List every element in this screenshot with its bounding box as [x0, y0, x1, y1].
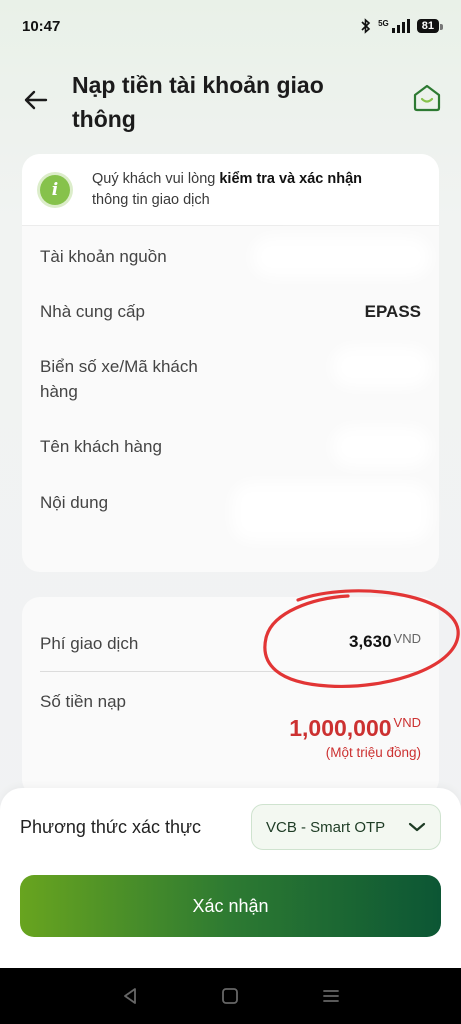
notice-text: Quý khách vui lòng kiểm tra và xác nhận … — [92, 170, 363, 208]
amount-in-words: (Một triệu đồng) — [325, 745, 421, 760]
content-label: Nội dung — [40, 493, 109, 512]
status-icons: 5G 81 — [361, 18, 444, 34]
bottom-panel: Phương thức xác thực VCB - Smart OTP Xác… — [0, 788, 461, 968]
page-title: Nạp tiền tài khoản giao thông — [72, 72, 324, 132]
amount-value: 1,000,000 VND — [289, 715, 421, 741]
clock: 10:47 — [22, 17, 61, 35]
provider-value: EPASS — [364, 302, 421, 321]
confirm-button[interactable]: Xác nhận — [20, 875, 441, 937]
plate-value — [341, 356, 421, 378]
home-icon[interactable] — [411, 82, 443, 114]
provider-label: Nhà cung cấp — [40, 302, 145, 321]
auth-method-select[interactable]: VCB - Smart OTP — [251, 804, 441, 850]
auth-method-value: VCB - Smart OTP — [266, 818, 386, 836]
transaction-details-card: i Quý khách vui lòng kiểm tra và xác nhậ… — [22, 154, 439, 572]
network-type: 5G — [378, 19, 389, 28]
status-bar: 10:47 5G 81 — [0, 0, 461, 52]
signal-icon — [391, 19, 410, 33]
notice-banner: i Quý khách vui lòng kiểm tra và xác nhậ… — [22, 154, 439, 226]
amount-label: Số tiền nạp — [40, 692, 127, 711]
back-nav-icon[interactable] — [121, 987, 139, 1005]
recents-nav-icon[interactable] — [322, 987, 340, 1005]
back-arrow-icon[interactable] — [20, 84, 52, 116]
home-nav-icon[interactable] — [221, 987, 239, 1005]
bluetooth-icon — [361, 18, 371, 34]
chevron-down-icon — [408, 822, 426, 832]
customer-name-label: Tên khách hàng — [40, 437, 162, 456]
fee-value: 3,630 VND — [349, 631, 421, 651]
system-nav-bar — [0, 968, 461, 1024]
amount-card: Phí giao dịch 3,630 VND Số tiền nạp 1,000… — [22, 597, 439, 797]
plate-label: Biển số xe/Mã khách hàng — [40, 357, 198, 401]
fee-label: Phí giao dịch — [40, 634, 139, 653]
source-account-label: Tài khoản nguồn — [40, 247, 167, 266]
info-icon: i — [40, 174, 70, 205]
auth-method-label: Phương thức xác thực — [20, 817, 202, 837]
battery-icon: 81 — [416, 19, 444, 33]
source-account-value — [261, 246, 421, 268]
header: Nạp tiền tài khoản giao thông — [0, 64, 461, 144]
customer-name-value — [341, 436, 421, 458]
content-value — [241, 492, 421, 532]
divider — [40, 671, 421, 672]
